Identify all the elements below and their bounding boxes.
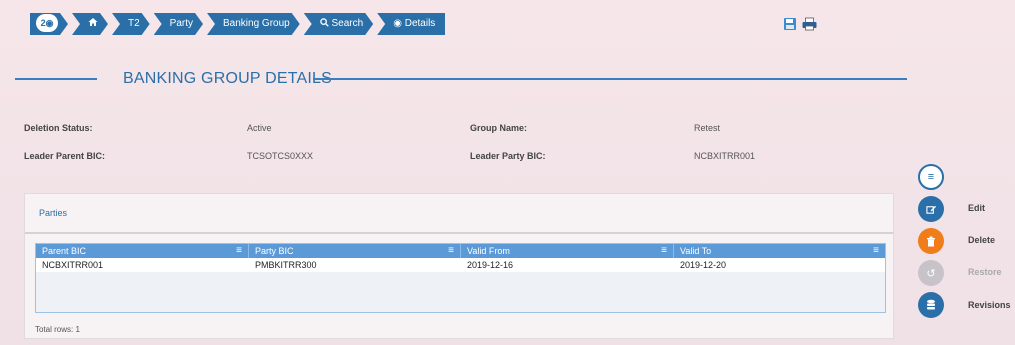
top-icons <box>783 17 818 31</box>
delete-button[interactable] <box>918 228 944 254</box>
save-icon[interactable] <box>783 17 797 31</box>
cell-parent-bic: NCBXITRR001 <box>42 260 104 270</box>
group-name-value: Retest <box>694 123 721 133</box>
cell-party-bic: PMBKITRR300 <box>255 260 317 270</box>
grid-header: Parent BIC ≡ Party BIC ≡ Valid From ≡ Valid… <box>36 244 885 258</box>
deletion-status-value: Active <box>247 123 272 133</box>
column-menu-icon[interactable]: ≡ <box>873 244 879 258</box>
cell-valid-to: 2019-12-20 <box>680 260 727 270</box>
title-divider-right <box>313 78 907 80</box>
breadcrumb-home[interactable] <box>72 13 108 35</box>
column-menu-icon[interactable]: ≡ <box>661 244 667 258</box>
title-divider-left <box>15 78 97 80</box>
column-header-party-bic[interactable]: Party BIC ≡ <box>249 244 461 258</box>
parties-grid: Parent BIC ≡ Party BIC ≡ Valid From ≡ Valid… <box>35 243 886 313</box>
breadcrumb-party[interactable]: Party <box>154 13 203 35</box>
breadcrumb-search[interactable]: Search <box>304 13 373 35</box>
page-title: BANKING GROUP DETAILS <box>123 70 332 87</box>
search-icon <box>320 18 329 27</box>
database-icon <box>927 299 935 310</box>
column-header-parent-bic[interactable]: Parent BIC ≡ <box>36 244 249 258</box>
home-icon <box>88 17 98 27</box>
leader-parent-bic-value: TCSOTCS0XXX <box>247 151 314 161</box>
revisions-label[interactable]: Revisions <box>968 300 1011 310</box>
edit-icon <box>925 205 936 214</box>
leader-party-bic-value: NCBXITRR001 <box>694 151 756 161</box>
restore-label: Restore <box>968 267 1002 277</box>
print-icon[interactable] <box>801 17 818 31</box>
top-bar: 2◉ T2 Party Banking Group Search ◉ Detai… <box>0 0 1015 50</box>
table-row[interactable]: NCBXITRR001 PMBKITRR300 2019-12-16 2019-… <box>36 258 885 272</box>
column-menu-icon[interactable]: ≡ <box>236 244 242 258</box>
edit-button[interactable] <box>918 196 944 222</box>
column-menu-icon[interactable]: ≡ <box>448 244 454 258</box>
leader-parent-bic-label: Leader Parent BIC: <box>24 151 106 161</box>
restore-button: ↺ <box>918 260 944 286</box>
tab-parties[interactable]: Parties <box>39 208 67 218</box>
deletion-status-label: Deletion Status: <box>24 123 93 133</box>
edit-label[interactable]: Edit <box>968 203 985 213</box>
column-header-valid-from[interactable]: Valid From ≡ <box>461 244 674 258</box>
eye-icon: ◉ <box>393 18 402 29</box>
trash-icon <box>927 236 935 246</box>
delete-label[interactable]: Delete <box>968 235 995 245</box>
breadcrumb-t2[interactable]: T2 <box>112 13 150 35</box>
parties-panel-header: Parties <box>25 194 893 234</box>
history-badge: 2◉ <box>36 14 58 32</box>
breadcrumb: 2◉ T2 Party Banking Group Search ◉ Detai… <box>30 13 449 35</box>
list-icon: ≡ <box>927 171 935 183</box>
eye-icon: ◉ <box>45 18 54 28</box>
revisions-button[interactable] <box>918 292 944 318</box>
leader-party-bic-label: Leader Party BIC: <box>470 151 546 161</box>
cell-valid-from: 2019-12-16 <box>467 260 514 270</box>
group-name-label: Group Name: <box>470 123 528 133</box>
breadcrumb-details[interactable]: ◉ Details <box>377 13 446 35</box>
total-rows: Total rows: 1 <box>35 325 80 334</box>
section-title-row: BANKING GROUP DETAILS <box>15 70 907 90</box>
column-header-valid-to[interactable]: Valid To ≡ <box>674 244 885 258</box>
restore-icon: ↺ <box>926 267 936 280</box>
parties-panel: Parties Parent BIC ≡ Party BIC ≡ Valid Fro… <box>24 193 894 339</box>
breadcrumb-history[interactable]: 2◉ <box>30 13 68 35</box>
context-menu-button[interactable]: ≡ <box>918 164 944 190</box>
breadcrumb-banking-group[interactable]: Banking Group <box>207 13 300 35</box>
